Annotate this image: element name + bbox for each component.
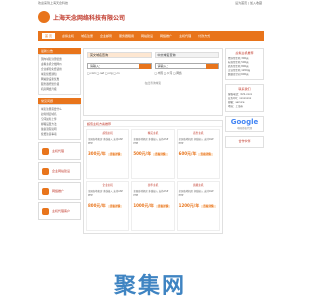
plan-card[interactable]: 旗舰主机 全国各地机房 多线接入 支持ASP PHP 1200元/年 查看详情 (176, 181, 220, 231)
nav-item[interactable]: 网站建设 (141, 34, 153, 38)
box-title: 合作伙伴 (238, 139, 251, 143)
main-nav: 首 页 虚拟主机 域名注册 企业邮局 服务器租用 网站建设 网络推广 主机代理 … (38, 31, 264, 41)
list-item[interactable]: 数据库空间 600元 (228, 73, 261, 77)
google-badge-text: 中国授权代理 (236, 127, 252, 130)
service-icon (42, 207, 49, 215)
nav-item[interactable]: 主机代理 (179, 34, 191, 38)
google-partner-badge[interactable]: Google 中国授权代理 (225, 116, 264, 132)
hosting-recommend: 虚拟主机推荐 经济型主机 300元 标准型主机 500元 商务型主机 800元 … (225, 48, 264, 80)
nav-item[interactable]: 企业邮局 (100, 34, 112, 38)
company-name: 上海天念网络科技有限公司 (53, 14, 126, 22)
nav-item[interactable]: 付款方式 (198, 34, 210, 38)
contact-line: 地址：上海市 (228, 105, 244, 108)
list-item[interactable]: 机房网络升级 (41, 87, 78, 92)
left-column: 最新公告 国内域名注册优惠 虚拟主机全线降价 企业邮局免费试用 域名续费通知 网… (38, 48, 81, 220)
watermark-text: 聚集网 (113, 274, 186, 299)
news-list: 国内域名注册优惠 虚拟主机全线降价 企业邮局免费试用 域名续费通知 网站建设新优… (38, 54, 81, 95)
search-button[interactable] (138, 63, 151, 69)
service-icon (42, 167, 49, 175)
welcome-text: 欢迎来到上海天念科技 (38, 1, 69, 5)
nav-item[interactable]: 网络推广 (160, 34, 172, 38)
tld-options[interactable]: □.com □.net □.org □.cn (87, 71, 152, 76)
box-title: 虚拟主机推荐 (235, 51, 254, 55)
service-card[interactable]: 主机代理 (38, 142, 81, 160)
nav-item-home[interactable]: 首 页 (42, 33, 55, 39)
search-note: 在此查询域名 (144, 81, 162, 85)
plan-card[interactable]: 超值主机 全国各地机房 多线接入 支持ASP PHP 300元/年 查看详情 (86, 129, 130, 179)
faq-list: 域名注册需要什么 如何绑定域名 空间如何上传 邮箱设置方法 备案流程说明 续费注… (38, 104, 81, 140)
tld-options[interactable]: □.中国 □.公司 □.网络 (155, 71, 220, 76)
contact-box: 联系我们 客服电话：021-xxxx 业务QQ：xxxxxxxx 邮箱：serv… (225, 84, 264, 112)
service-card[interactable]: 网络推广 (38, 182, 81, 200)
plan-card[interactable]: 商务主机 全国各地机房 多线接入 支持ASP PHP 600元/年 查看详情 (176, 129, 220, 179)
search-button[interactable] (206, 63, 218, 69)
service-card[interactable]: 主机代理客户 (38, 202, 81, 220)
english-domain-input[interactable]: 请输入： (87, 63, 152, 69)
company-logo[interactable] (38, 11, 50, 23)
domain-search-box: 英文域名查询 中文域名查询 请输入： □.com □.net □.org □.c… (83, 48, 223, 116)
partners-box: 合作伙伴 (225, 136, 264, 148)
site-header: 上海天念网络科技有限公司 (38, 8, 264, 26)
plan-card[interactable]: 豪华主机 全国各地机房 多线接入 支持ASP PHP 1000元/年 查看详情 (131, 181, 175, 231)
nav-item[interactable]: 虚拟主机 (62, 34, 74, 38)
chinese-domain-input[interactable]: 请输入： (154, 63, 219, 69)
hosting-promo: 超值主机方案推荐 超值主机 全国各地机房 多线接入 支持ASP PHP 300元/年… (83, 120, 223, 234)
nav-item[interactable]: 域名注册 (81, 34, 93, 38)
plan-card[interactable]: 精英主机 全国各地机房 多线接入 支持ASP PHP 500元/年 查看详情 (131, 129, 175, 179)
nav-item[interactable]: 服务器租用 (119, 34, 134, 38)
service-icon (42, 187, 49, 195)
center-column: 英文域名查询 中文域名查询 请输入： □.com □.net □.org □.c… (83, 48, 223, 234)
box-title: 联系我们 (238, 87, 251, 91)
list-item[interactable]: 续费注意事项 (41, 132, 78, 137)
tab-english-domain[interactable]: 英文域名查询 (87, 52, 152, 58)
tab-chinese-domain[interactable]: 中文域名查询 (154, 52, 219, 58)
plan-card[interactable]: 企业主机 全国各地机房 多线接入 支持ASP PHP 800元/年 查看详情 (86, 181, 130, 231)
top-bar: 欢迎来到上海天念科技 设为首页 | 加入收藏 (0, 0, 300, 6)
service-icon (42, 147, 49, 155)
google-logo: Google (230, 118, 259, 126)
right-column: 虚拟主机推荐 经济型主机 300元 标准型主机 500元 商务型主机 800元 … (225, 48, 264, 152)
top-links[interactable]: 设为首页 | 加入收藏 (235, 1, 262, 6)
service-card[interactable]: 企业网站建设 (38, 162, 81, 180)
